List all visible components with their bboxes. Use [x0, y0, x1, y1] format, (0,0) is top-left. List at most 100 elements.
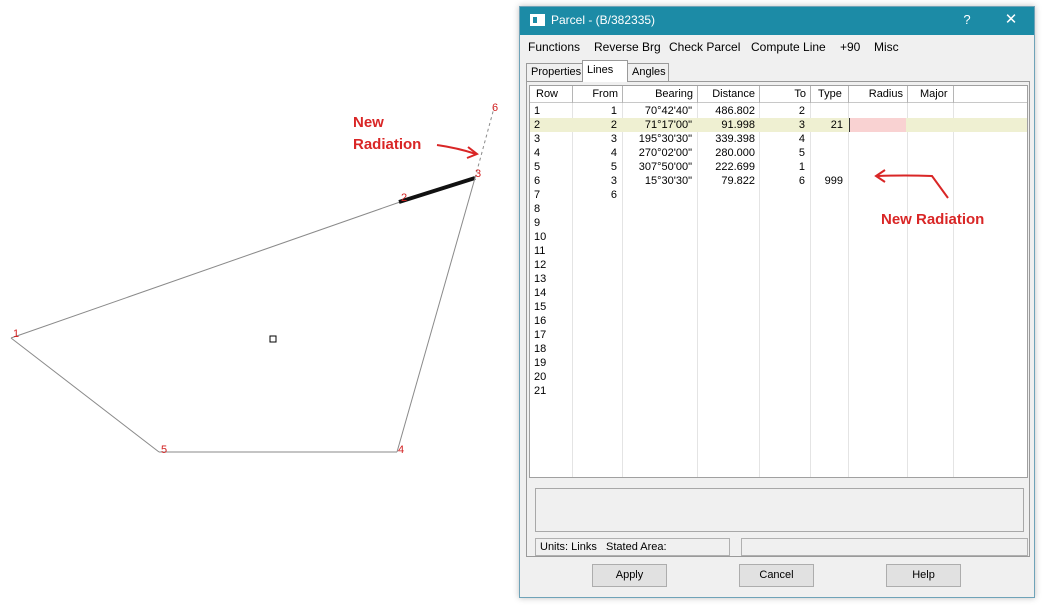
- cell-to[interactable]: [761, 314, 805, 328]
- close-icon[interactable]: ✕: [1002, 10, 1020, 28]
- title-help-icon[interactable]: ?: [960, 12, 974, 27]
- cell-from[interactable]: [574, 286, 617, 300]
- col-header-major[interactable]: Major: [908, 86, 954, 103]
- centroid-marker[interactable]: [269, 335, 277, 343]
- cell-row[interactable]: 4: [534, 146, 570, 160]
- cell-bearing[interactable]: [624, 272, 692, 286]
- cell-row[interactable]: 5: [534, 160, 570, 174]
- cell-from[interactable]: 3: [574, 174, 617, 188]
- cell-distance[interactable]: [699, 286, 755, 300]
- cell-type[interactable]: [812, 328, 843, 342]
- col-header-bearing[interactable]: Bearing: [623, 86, 698, 103]
- cell-type[interactable]: [812, 104, 843, 118]
- cell-type[interactable]: 21: [812, 118, 843, 132]
- cell-row[interactable]: 20: [534, 370, 570, 384]
- cell-row[interactable]: 1: [534, 104, 570, 118]
- cell-from[interactable]: [574, 342, 617, 356]
- cell-to[interactable]: [761, 300, 805, 314]
- cell-type[interactable]: [812, 244, 843, 258]
- cell-row[interactable]: 14: [534, 286, 570, 300]
- cell-distance[interactable]: 339.398: [699, 132, 755, 146]
- cell-distance[interactable]: 486.802: [699, 104, 755, 118]
- col-header-from[interactable]: From: [573, 86, 623, 103]
- tab-properties[interactable]: Properties: [526, 63, 583, 81]
- cell-to[interactable]: 3: [761, 118, 805, 132]
- cell-to[interactable]: 4: [761, 132, 805, 146]
- cell-to[interactable]: [761, 188, 805, 202]
- radius-edit-field[interactable]: [849, 118, 906, 132]
- cell-from[interactable]: 5: [574, 160, 617, 174]
- cell-to[interactable]: [761, 370, 805, 384]
- cell-type[interactable]: [812, 356, 843, 370]
- cell-from[interactable]: [574, 258, 617, 272]
- cell-bearing[interactable]: [624, 300, 692, 314]
- cell-from[interactable]: [574, 356, 617, 370]
- cell-to[interactable]: [761, 356, 805, 370]
- cell-row[interactable]: 15: [534, 300, 570, 314]
- parcel-line-5-1[interactable]: [10, 337, 160, 453]
- table-row[interactable]: 20: [530, 370, 1027, 384]
- cell-bearing[interactable]: [624, 328, 692, 342]
- cell-bearing[interactable]: [624, 244, 692, 258]
- lines-grid[interactable]: Row From Bearing Distance To Type Radius…: [529, 85, 1028, 478]
- cell-from[interactable]: [574, 216, 617, 230]
- col-header-to[interactable]: To: [760, 86, 811, 103]
- menu-compute-line[interactable]: Compute Line: [751, 40, 826, 54]
- cell-type[interactable]: [812, 314, 843, 328]
- cell-bearing[interactable]: 195°30'30": [624, 132, 692, 146]
- cell-type[interactable]: [812, 146, 843, 160]
- cell-distance[interactable]: [699, 258, 755, 272]
- cell-from[interactable]: 3: [574, 132, 617, 146]
- cell-to[interactable]: 5: [761, 146, 805, 160]
- cell-type[interactable]: [812, 216, 843, 230]
- table-row[interactable]: 1 1 70°42'40" 486.802 2: [530, 104, 1027, 118]
- cell-bearing[interactable]: 15°30'30": [624, 174, 692, 188]
- cell-from[interactable]: [574, 384, 617, 398]
- parcel-drawing[interactable]: 1 2 3 4 5 6 New Radiation: [0, 0, 520, 614]
- cell-bearing[interactable]: [624, 216, 692, 230]
- cell-distance[interactable]: [699, 230, 755, 244]
- cell-distance[interactable]: [699, 342, 755, 356]
- cell-from[interactable]: [574, 314, 617, 328]
- cell-row[interactable]: 18: [534, 342, 570, 356]
- cell-bearing[interactable]: [624, 356, 692, 370]
- cell-distance[interactable]: [699, 202, 755, 216]
- cell-type[interactable]: [812, 272, 843, 286]
- cell-type[interactable]: [812, 132, 843, 146]
- menu-plus-90[interactable]: +90: [840, 40, 860, 54]
- cell-row[interactable]: 19: [534, 356, 570, 370]
- table-row[interactable]: 15: [530, 300, 1027, 314]
- table-row[interactable]: 17: [530, 328, 1027, 342]
- cell-distance[interactable]: 91.998: [699, 118, 755, 132]
- cell-row[interactable]: 17: [534, 328, 570, 342]
- table-row[interactable]: 2 2 71°17'00" 91.998 3 21: [530, 118, 1027, 132]
- cell-type[interactable]: [812, 230, 843, 244]
- cell-type[interactable]: [812, 370, 843, 384]
- cell-row[interactable]: 11: [534, 244, 570, 258]
- cell-from[interactable]: [574, 300, 617, 314]
- table-row[interactable]: 21: [530, 384, 1027, 398]
- cell-distance[interactable]: [699, 356, 755, 370]
- cell-bearing[interactable]: [624, 188, 692, 202]
- cell-from[interactable]: [574, 230, 617, 244]
- cell-bearing[interactable]: [624, 230, 692, 244]
- cell-type[interactable]: [812, 384, 843, 398]
- menu-check-parcel[interactable]: Check Parcel: [669, 40, 740, 54]
- cell-row[interactable]: 12: [534, 258, 570, 272]
- cell-from[interactable]: [574, 202, 617, 216]
- cell-from[interactable]: [574, 244, 617, 258]
- cell-type[interactable]: [812, 258, 843, 272]
- cell-row[interactable]: 21: [534, 384, 570, 398]
- menu-reverse-brg[interactable]: Reverse Brg: [594, 40, 661, 54]
- cell-row[interactable]: 13: [534, 272, 570, 286]
- cell-row[interactable]: 16: [534, 314, 570, 328]
- cell-from[interactable]: 2: [574, 118, 617, 132]
- cell-bearing[interactable]: 70°42'40": [624, 104, 692, 118]
- notes-box[interactable]: [535, 488, 1024, 532]
- cell-row[interactable]: 6: [534, 174, 570, 188]
- cell-type[interactable]: [812, 160, 843, 174]
- cell-bearing[interactable]: [624, 370, 692, 384]
- cell-to[interactable]: [761, 216, 805, 230]
- cell-from[interactable]: [574, 370, 617, 384]
- cell-row[interactable]: 8: [534, 202, 570, 216]
